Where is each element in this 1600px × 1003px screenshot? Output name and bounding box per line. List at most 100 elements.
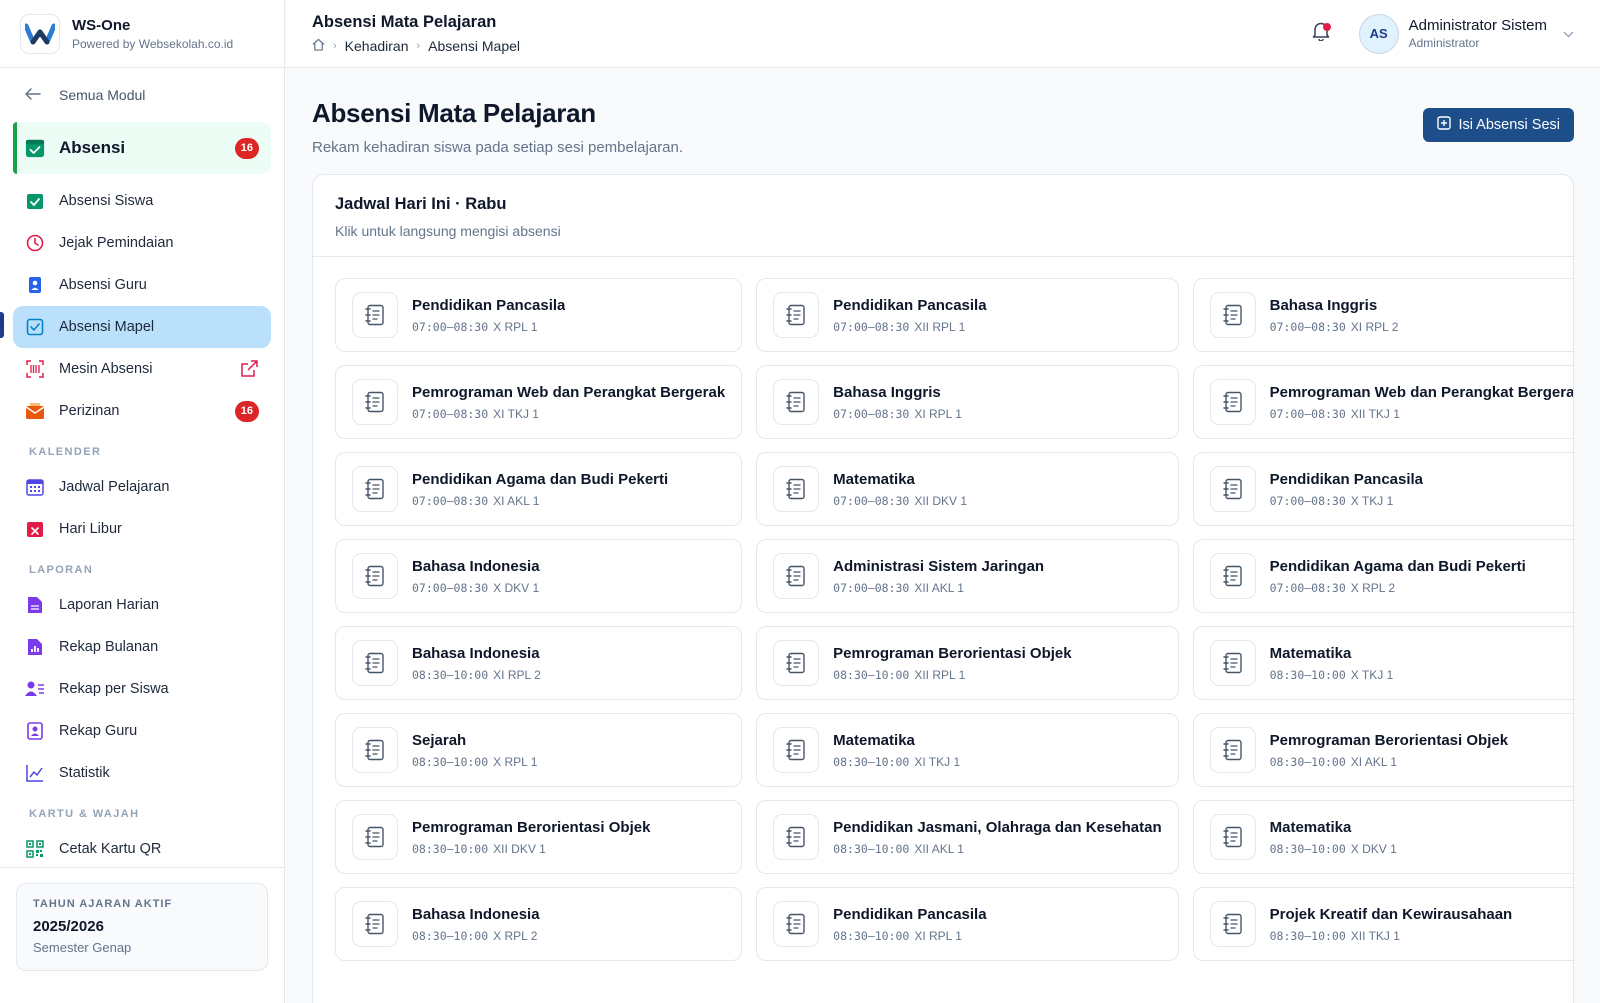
session-card[interactable]: Pemrograman Web dan Perangkat Bergerak 0…	[335, 365, 743, 439]
sidebar-item-laporan-harian[interactable]: Laporan Harian	[13, 584, 271, 626]
notebook-icon	[1209, 640, 1256, 686]
session-card[interactable]: Matematika 08:30–10:00 X DKV 1	[1192, 800, 1573, 874]
brand-logo-icon	[20, 13, 60, 54]
notebook-icon	[352, 901, 398, 947]
brand[interactable]: WS-One Powered by Websekolah.co.id	[0, 0, 284, 68]
session-subject: Pendidikan Pancasila	[1269, 470, 1424, 488]
session-card[interactable]: Pemrograman Web dan Perangkat Bergerak 0…	[1192, 365, 1574, 439]
brand-title: WS-One	[72, 16, 131, 34]
back-to-modules-link[interactable]: Semua Modul	[0, 68, 284, 122]
notebook-icon	[773, 727, 820, 773]
session-card[interactable]: Pendidikan Jasmani, Olahraga dan Kesehat…	[756, 800, 1179, 874]
session-subject: Matematika	[1269, 818, 1352, 836]
session-card[interactable]: Projek Kreatif dan Kewirausahaan 08:30–1…	[1192, 887, 1573, 961]
home-icon[interactable]	[312, 38, 325, 54]
avatar: AS	[1358, 13, 1399, 54]
session-card[interactable]: Matematika 08:30–10:00 X TKJ 1	[1192, 626, 1573, 700]
session-class: XII RPL 1	[914, 319, 966, 334]
section-title-kartu-wajah: KARTU & WAJAH	[29, 808, 140, 820]
notebook-icon	[1209, 814, 1256, 860]
notebook-icon	[773, 466, 820, 512]
sidebar-item-absensi-guru[interactable]: Absensi Guru	[13, 264, 271, 306]
session-card[interactable]: Bahasa Indonesia 07:00–08:30 X DKV 1	[335, 539, 743, 613]
line-chart-icon	[25, 763, 45, 783]
session-card[interactable]: Pendidikan Pancasila 07:00–08:30 X RPL 1	[335, 278, 743, 352]
session-subject: Pemrograman Web dan Perangkat Bergerak	[1269, 383, 1574, 401]
session-card[interactable]: Pemrograman Berorientasi Objek 08:30–10:…	[756, 626, 1179, 700]
sidebar-item-absensi-mapel[interactable]: Absensi Mapel	[13, 306, 271, 348]
user-menu[interactable]: AS Administrator Sistem Administrator	[1358, 13, 1574, 54]
sidebar-item-label: Statistik	[59, 765, 110, 781]
sidebar-item-label: Rekap Guru	[59, 723, 138, 739]
session-card[interactable]: Pemrograman Berorientasi Objek 08:30–10:…	[1192, 713, 1573, 787]
session-class: X TKJ 1	[1350, 667, 1394, 682]
session-card[interactable]: Bahasa Inggris 07:00–08:30 XI RPL 2	[1192, 278, 1573, 352]
sidebar-item-label: Rekap per Siswa	[59, 681, 169, 697]
sidebar-item-label: Absensi Mapel	[59, 319, 155, 335]
session-card[interactable]: Matematika 08:30–10:00 XI TKJ 1	[756, 713, 1179, 787]
sidebar-item-label: Jejak Pemindaian	[59, 235, 174, 251]
session-class: X DKV 1	[493, 580, 540, 595]
session-card[interactable]: Pendidikan Pancasila 07:00–08:30 X TKJ 1	[1192, 452, 1573, 526]
sidebar-item-label: Mesin Absensi	[59, 361, 153, 377]
calendar-check-icon	[25, 138, 45, 158]
session-card[interactable]: Pendidikan Agama dan Budi Pekerti 07:00–…	[335, 452, 743, 526]
notification-button[interactable]	[1307, 20, 1335, 48]
session-card[interactable]: Administrasi Sistem Jaringan 07:00–08:30…	[756, 539, 1179, 613]
session-card[interactable]: Matematika 07:00–08:30 XII DKV 1	[756, 452, 1179, 526]
session-subject: Pendidikan Pancasila	[412, 296, 566, 314]
session-class: XII TKJ 1	[1350, 928, 1400, 943]
sidebar-item-label: Laporan Harian	[59, 597, 159, 613]
session-card[interactable]: Pendidikan Pancasila 08:30–10:00 XI RPL 1	[756, 887, 1179, 961]
session-time: 07:00–08:30	[1269, 406, 1346, 421]
session-subject: Bahasa Indonesia	[412, 644, 540, 662]
academic-year-card[interactable]: TAHUN AJARAN AKTIF 2025/2026 Semester Ge…	[16, 883, 268, 971]
external-link-icon[interactable]	[239, 359, 259, 379]
sidebar-item-jadwal-pelajaran[interactable]: Jadwal Pelajaran	[13, 466, 271, 508]
sidebar-item-absensi-siswa[interactable]: Absensi Siswa	[13, 180, 271, 222]
section-title-kalender: KALENDER	[29, 446, 102, 458]
session-class: X TKJ 1	[1350, 493, 1394, 508]
page-subtitle: Rekam kehadiran siswa pada setiap sesi p…	[312, 139, 684, 156]
session-card[interactable]: Pemrograman Berorientasi Objek 08:30–10:…	[335, 800, 743, 874]
session-card[interactable]: Bahasa Indonesia 08:30–10:00 XI RPL 2	[335, 626, 743, 700]
session-card[interactable]: Sejarah 08:30–10:00 X RPL 1	[335, 713, 743, 787]
sidebar-item-rekap-per-siswa[interactable]: Rekap per Siswa	[13, 668, 271, 710]
session-time: 08:30–10:00	[833, 841, 910, 856]
module-label: Absensi	[59, 138, 126, 157]
sidebar-item-label: Cetak Kartu QR	[59, 841, 162, 857]
session-class: XI RPL 2	[493, 667, 541, 682]
fill-session-attendance-button[interactable]: Isi Absensi Sesi	[1423, 108, 1574, 142]
session-class: X RPL 1	[493, 319, 538, 334]
sidebar-item-label: Hari Libur	[59, 521, 122, 537]
sidebar-item-rekap-bulanan[interactable]: Rekap Bulanan	[13, 626, 271, 668]
session-card[interactable]: Pendidikan Agama dan Budi Pekerti 07:00–…	[1192, 539, 1573, 613]
id-badge-icon	[25, 275, 45, 295]
notebook-icon	[1209, 379, 1256, 425]
sidebar-item-label: Jadwal Pelajaran	[59, 479, 170, 495]
notebook-icon	[773, 640, 820, 686]
session-time: 07:00–08:30	[412, 319, 489, 334]
session-time: 08:30–10:00	[412, 667, 489, 682]
sidebar-item-rekap-guru[interactable]: Rekap Guru	[13, 710, 271, 752]
session-card[interactable]: Bahasa Indonesia 08:30–10:00 X RPL 2	[335, 887, 743, 961]
module-badge: 16	[234, 137, 259, 159]
sidebar-item-mesin-absensi[interactable]: Mesin Absensi	[13, 348, 271, 390]
session-card[interactable]: Pendidikan Pancasila 07:00–08:30 XII RPL …	[756, 278, 1179, 352]
session-grid: Pendidikan Pancasila 07:00–08:30 X RPL 1 …	[313, 257, 1573, 982]
session-card[interactable]: Bahasa Inggris 07:00–08:30 XI RPL 1	[756, 365, 1179, 439]
session-time: 07:00–08:30	[412, 580, 489, 595]
session-subject: Projek Kreatif dan Kewirausahaan	[1269, 905, 1513, 923]
notebook-icon	[352, 814, 398, 860]
sidebar-item-perizinan[interactable]: Perizinan 16	[13, 390, 271, 432]
sidebar-item-cetak-kartu-qr[interactable]: Cetak Kartu QR	[13, 828, 271, 868]
sidebar-item-jejak-pemindaian[interactable]: Jejak Pemindaian	[13, 222, 271, 264]
session-subject: Bahasa Inggris	[1269, 296, 1378, 314]
sidebar-item-hari-libur[interactable]: Hari Libur	[13, 508, 271, 550]
sidebar-item-statistik[interactable]: Statistik	[13, 752, 271, 794]
schedule-title: Jadwal Hari Ini · Rabu	[335, 195, 507, 213]
module-absensi[interactable]: Absensi 16	[13, 122, 271, 174]
back-link-label: Semua Modul	[59, 87, 146, 103]
breadcrumb-item-kehadiran[interactable]: Kehadiran	[345, 38, 409, 54]
notebook-icon	[1209, 466, 1256, 512]
